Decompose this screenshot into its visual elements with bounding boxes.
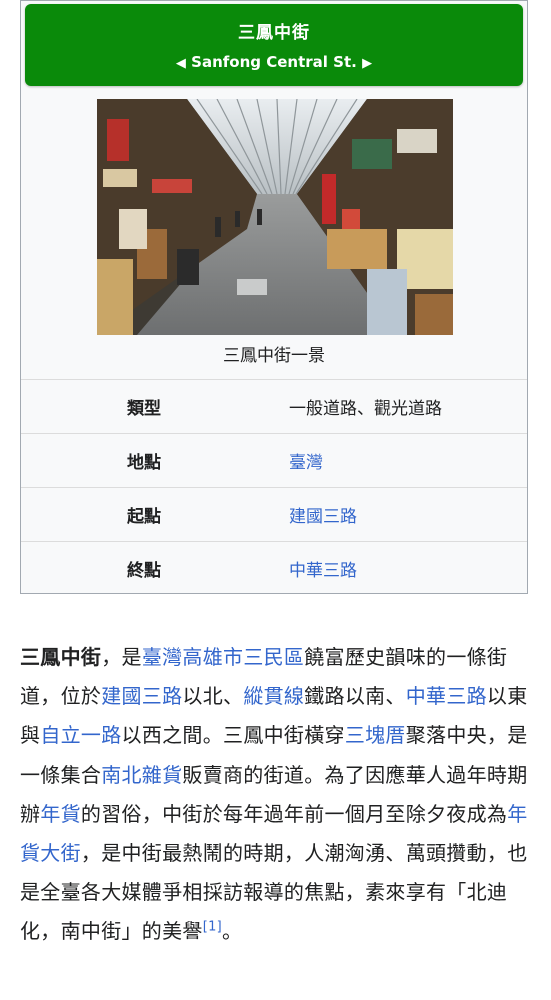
link-zhonghua-3rd-rd[interactable]: 中華三路 (406, 684, 487, 708)
link-jianguo-3rd-rd[interactable]: 建國三路 (101, 684, 182, 708)
article-subject: 三鳳中街 (20, 645, 102, 669)
infobox: 三鳳中街 ◀ Sanfong Central St. ▶ 三鳳中街一景 類型 一… (20, 0, 528, 594)
text-run: 以西之間。三鳳中街橫穿 (121, 723, 345, 748)
street-photo[interactable] (97, 99, 453, 335)
text-run: ，是 (101, 645, 142, 669)
street-name-en: Sanfong Central St. (191, 53, 357, 71)
row-label: 類型 (127, 399, 161, 419)
link-sanmin-district[interactable]: 三民區 (243, 645, 304, 669)
row-label: 終點 (127, 561, 161, 581)
link-groceries[interactable]: 南北雜貨 (101, 763, 182, 787)
text-run: 以北、 (182, 684, 244, 709)
text-run: 的習俗，中街於每年過年前一個月至除夕夜成為 (80, 801, 508, 826)
text-run: 鐵路以南、 (304, 684, 406, 709)
infobox-row-start: 起點 建國三路 (21, 487, 527, 541)
right-triangle-icon: ▶ (362, 56, 373, 71)
link-taiwan[interactable]: 臺灣 (142, 645, 183, 669)
street-name-zh: 三鳳中街 (238, 23, 310, 43)
citation-link[interactable]: [1] (203, 920, 222, 935)
end-point-link[interactable]: 中華三路 (289, 556, 357, 581)
link-new-year-goods[interactable]: 年貨 (40, 802, 81, 826)
text-run: ，是中街最熱鬧的時期，人潮洶湧、萬頭攢動，也是全臺各大媒體爭相採訪報導的焦點，素… (20, 841, 528, 944)
link-sankuaicuo[interactable]: 三塊厝 (345, 723, 406, 747)
left-triangle-icon: ◀ (175, 56, 186, 71)
location-link[interactable]: 臺灣 (289, 448, 323, 473)
photo-caption: 三鳳中街一景 (223, 346, 325, 366)
infobox-row-location: 地點 臺灣 (21, 433, 527, 487)
infobox-row-type: 類型 一般道路、觀光道路 (21, 379, 527, 433)
row-label: 起點 (127, 507, 161, 527)
row-value: 一般道路、觀光道路 (289, 399, 442, 419)
infobox-row-end: 終點 中華三路 (21, 541, 527, 595)
title-banner: 三鳳中街 ◀ Sanfong Central St. ▶ (25, 4, 523, 86)
street-name-en-line: ◀ Sanfong Central St. ▶ (25, 53, 523, 71)
link-kaohsiung[interactable]: 高雄市 (182, 645, 243, 669)
link-western-trunk-line[interactable]: 縱貫線 (243, 684, 304, 708)
link-ziliyi-rd[interactable]: 自立一路 (40, 723, 121, 747)
text-run: 。 (222, 919, 243, 944)
row-label: 地點 (127, 453, 161, 473)
start-point-link[interactable]: 建國三路 (289, 502, 357, 527)
intro-paragraph: 三鳳中街，是臺灣高雄市三民區饒富歷史韻味的一條街道，位於建國三路以北、縱貫線鐵路… (20, 638, 540, 952)
article-body: 三鳳中街，是臺灣高雄市三民區饒富歷史韻味的一條街道，位於建國三路以北、縱貫線鐵路… (20, 638, 540, 952)
